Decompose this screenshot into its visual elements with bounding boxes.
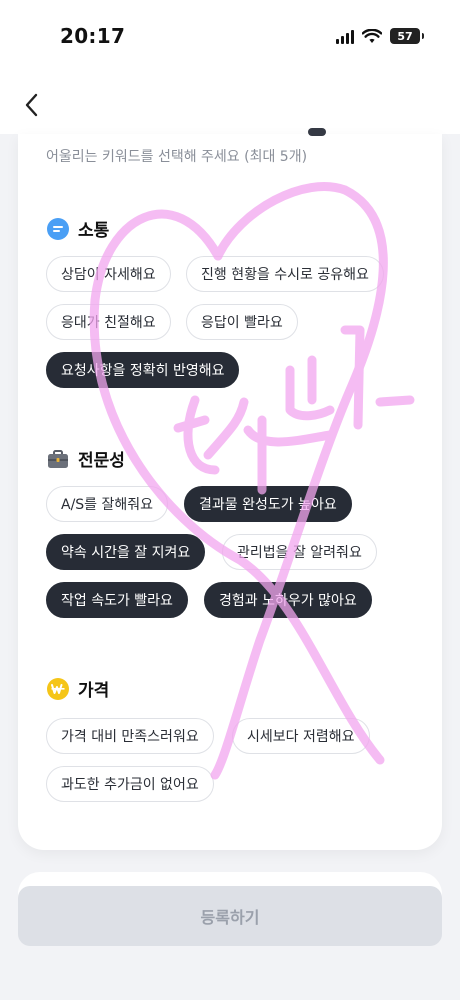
keyword-chip[interactable]: 상담이 자세해요 <box>46 256 171 292</box>
keyword-chip[interactable]: 시세보다 저렴해요 <box>232 718 370 754</box>
keyword-chip[interactable]: 관리법을 잘 알려줘요 <box>222 534 377 570</box>
section-title-text: 가격 <box>78 681 110 701</box>
section-title-text: 전문성 <box>78 451 125 471</box>
keyword-chip-selected[interactable]: 작업 속도가 빨라요 <box>46 582 188 618</box>
keyword-chip-selected[interactable]: 요청사항을 정확히 반영해요 <box>46 352 240 388</box>
wifi-icon <box>362 28 382 44</box>
keyword-chip-selected[interactable]: 약속 시간을 잘 지켜요 <box>46 534 206 570</box>
keyword-chip[interactable]: 응답이 빨라요 <box>186 304 298 340</box>
won-coin-icon <box>46 677 70 701</box>
briefcase-icon <box>46 447 70 471</box>
previous-section-edge <box>308 128 326 136</box>
status-bar: 20:17 57 <box>0 0 460 76</box>
battery-icon: 57 <box>390 28 424 44</box>
battery-level: 57 <box>397 29 413 43</box>
keyword-chip[interactable]: 가격 대비 만족스러워요 <box>46 718 214 754</box>
section-title-text: 소통 <box>78 221 110 241</box>
nav-bar <box>0 76 460 134</box>
instruction-text: 어울리는 키워드를 선택해 주세요 (최대 5개) <box>46 149 308 165</box>
chevron-left-icon <box>25 93 38 117</box>
section-title-expertise: 전문성 <box>46 446 125 471</box>
keyword-chip[interactable]: 응대가 친절해요 <box>46 304 171 340</box>
keyword-card: 어울리는 키워드를 선택해 주세요 (최대 5개) 소통 상담이 자세해요 진행… <box>18 128 442 850</box>
section-title-price: 가격 <box>46 676 109 701</box>
keyword-chip[interactable]: 진행 현황을 수시로 공유해요 <box>186 256 384 292</box>
register-button[interactable]: 등록하기 <box>18 886 442 946</box>
status-time: 20:17 <box>60 24 126 48</box>
keyword-chip[interactable]: 과도한 추가금이 없어요 <box>46 766 214 802</box>
back-button[interactable] <box>14 88 48 122</box>
keyword-chip-selected[interactable]: 결과물 완성도가 높아요 <box>184 486 352 522</box>
keyword-chip-selected[interactable]: 경험과 노하우가 많아요 <box>204 582 372 618</box>
status-icons: 57 <box>336 28 424 44</box>
cellular-signal-icon <box>336 29 354 44</box>
keyword-chip[interactable]: A/S를 잘해줘요 <box>46 486 169 522</box>
speech-bubble-icon <box>46 217 70 241</box>
section-title-communication: 소통 <box>46 216 109 241</box>
